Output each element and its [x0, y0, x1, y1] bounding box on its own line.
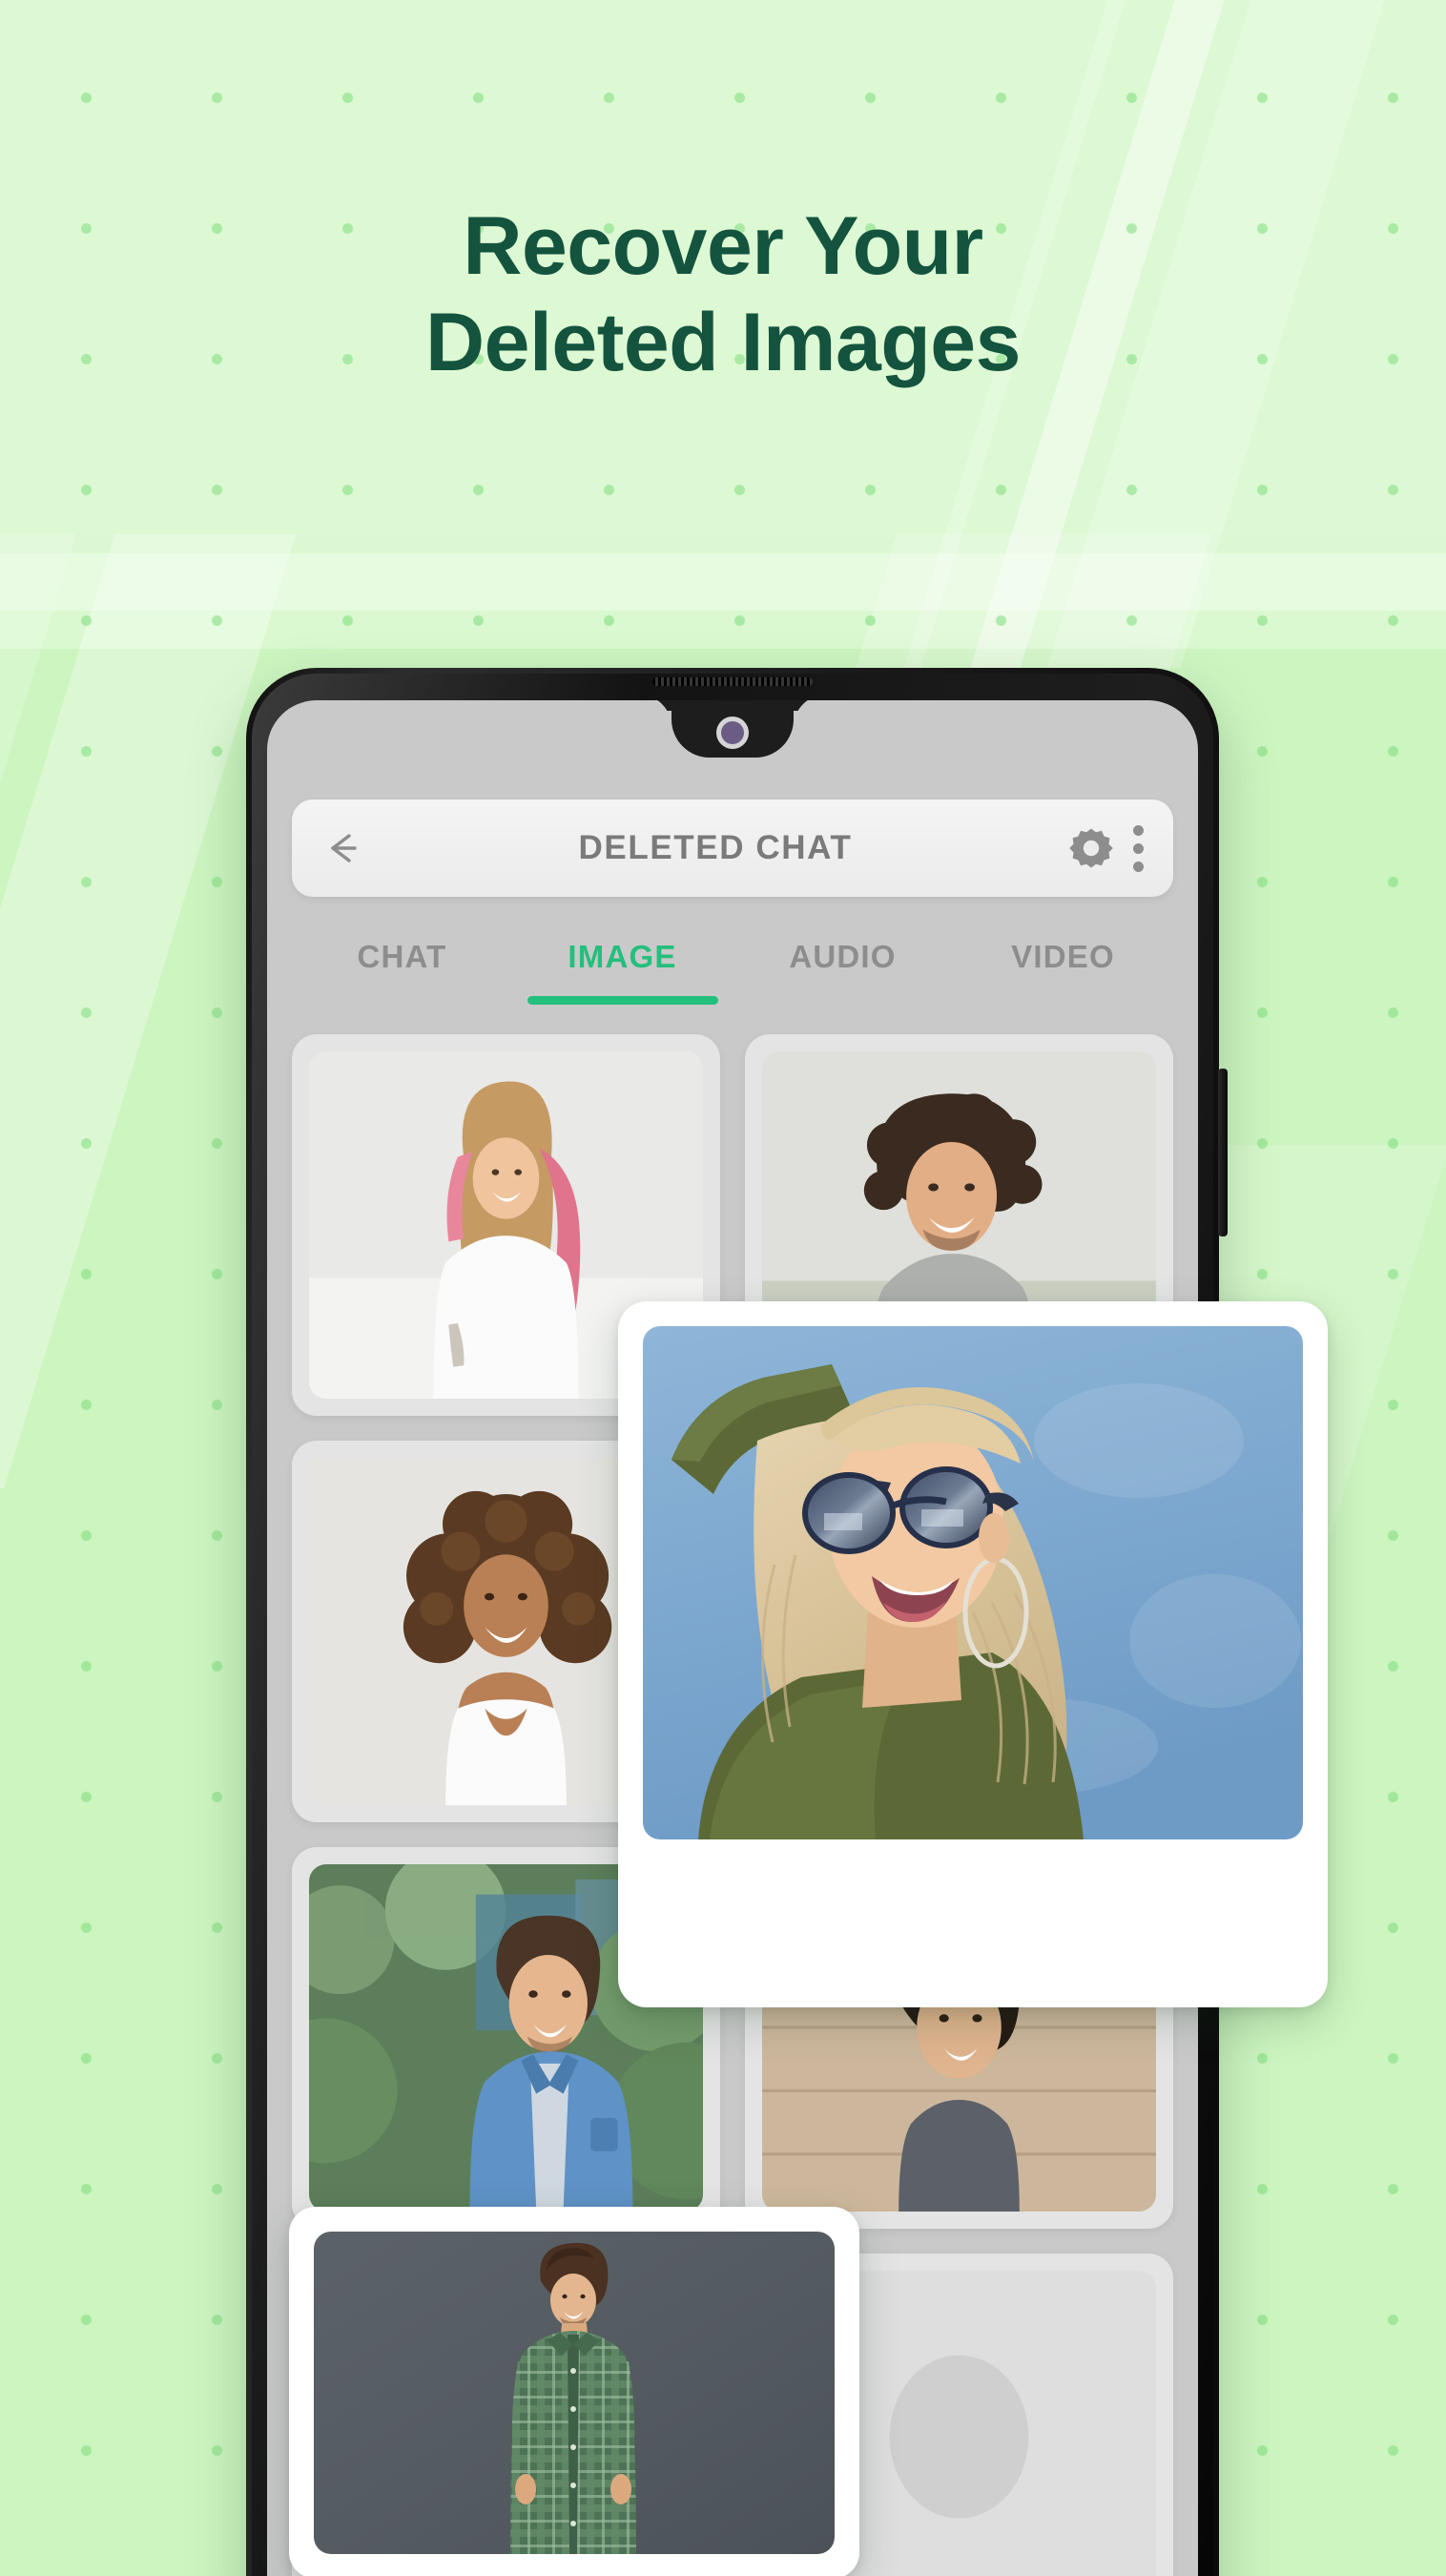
tab-image[interactable]: IMAGE [512, 929, 733, 1011]
tab-chat[interactable]: CHAT [292, 929, 512, 1011]
tab-label: VIDEO [1011, 939, 1115, 974]
headline-line-1: Recover Your [463, 200, 983, 292]
preview-card-main[interactable] [618, 1301, 1328, 2007]
tab-bar: CHAT IMAGE AUDIO VIDEO [292, 929, 1173, 1011]
tab-video[interactable]: VIDEO [953, 929, 1173, 1011]
tab-label: AUDIO [789, 939, 897, 974]
headline-line-2: Deleted Images [425, 297, 1021, 389]
front-camera-icon [721, 721, 744, 744]
back-arrow-icon[interactable] [320, 826, 364, 870]
gear-icon[interactable] [1066, 823, 1116, 873]
tab-label: CHAT [357, 939, 447, 974]
tab-label: IMAGE [568, 939, 677, 974]
preview-card-bottom[interactable] [289, 2207, 859, 2576]
more-options-icon[interactable] [1131, 824, 1145, 872]
earpiece-speaker-icon [652, 677, 813, 686]
power-button[interactable] [1218, 1069, 1228, 1236]
preview-photo-bottom [314, 2232, 835, 2554]
tab-audio[interactable]: AUDIO [733, 929, 953, 1011]
app-bar: DELETED CHAT [292, 800, 1173, 897]
app-bar-title: DELETED CHAT [578, 829, 853, 866]
preview-photo-main [643, 1326, 1303, 1839]
tab-underline [527, 996, 718, 1005]
page-title: Recover Your Deleted Images [0, 198, 1446, 392]
